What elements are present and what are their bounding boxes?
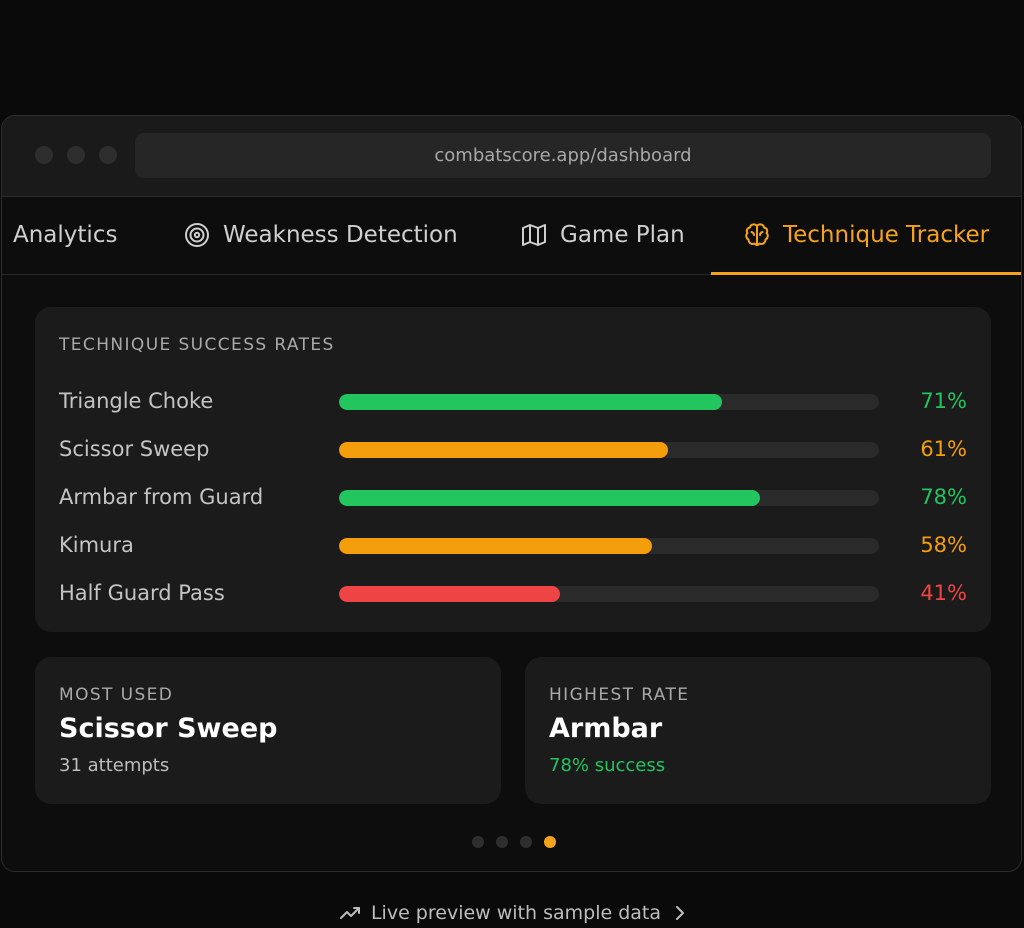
stat-title: Scissor Sweep xyxy=(59,713,278,744)
window-control-close[interactable] xyxy=(35,146,53,164)
stat-title: Armbar xyxy=(549,713,663,744)
rate-value: 71% xyxy=(920,389,967,413)
stat-kicker: MOST USED xyxy=(59,685,174,705)
active-tab-indicator xyxy=(711,272,1021,275)
progress-track xyxy=(339,394,879,410)
tab-label: Technique Tracker xyxy=(783,222,990,248)
progress-track xyxy=(339,538,879,554)
rate-label: Kimura xyxy=(59,533,134,557)
highest-rate-card: HIGHEST RATE Armbar 78% success xyxy=(525,657,991,804)
tab-label: Analytics xyxy=(13,222,118,248)
tab-technique-tracker[interactable]: Technique Tracker xyxy=(743,197,989,273)
tab-label: Weakness Detection xyxy=(223,222,458,248)
stat-subtitle: 31 attempts xyxy=(59,755,170,776)
map-icon xyxy=(520,221,548,249)
rate-label: Scissor Sweep xyxy=(59,437,210,461)
chevron-right-icon xyxy=(675,905,685,921)
page-dot[interactable] xyxy=(496,836,508,848)
progress-fill xyxy=(339,394,723,410)
most-used-card: MOST USED Scissor Sweep 31 attempts xyxy=(35,657,501,804)
rate-label: Triangle Choke xyxy=(59,389,214,413)
tab-analytics[interactable]: Analytics xyxy=(13,197,117,273)
page-dot[interactable] xyxy=(520,836,532,848)
rate-value: 58% xyxy=(920,533,967,557)
brain-icon xyxy=(743,221,771,249)
rate-row: Scissor Sweep 61% xyxy=(59,435,967,463)
live-preview-link[interactable]: Live preview with sample data xyxy=(0,898,1024,928)
browser-chrome: combatscore.app/dashboard xyxy=(2,116,1021,197)
rate-label: Armbar from Guard xyxy=(59,485,264,509)
page-dot[interactable] xyxy=(472,836,484,848)
tab-label: Game Plan xyxy=(560,222,685,248)
rate-row: Triangle Choke 71% xyxy=(59,387,967,415)
rate-row: Kimura 58% xyxy=(59,531,967,559)
rate-label: Half Guard Pass xyxy=(59,581,225,605)
tab-bar: Analytics Weakness Detection Game Plan T… xyxy=(2,197,1021,275)
pagination-dots xyxy=(472,836,556,848)
browser-window: combatscore.app/dashboard Analytics Weak… xyxy=(1,115,1022,872)
rate-row: Half Guard Pass 41% xyxy=(59,579,967,607)
tab-game-plan[interactable]: Game Plan xyxy=(520,197,685,273)
live-preview-label: Live preview with sample data xyxy=(370,902,662,924)
rate-value: 78% xyxy=(920,485,967,509)
trending-up-icon xyxy=(339,904,363,922)
stat-subtitle: 78% success xyxy=(549,755,666,776)
progress-track xyxy=(339,490,879,506)
page-dot[interactable] xyxy=(544,836,556,848)
address-bar-url: combatscore.app/dashboard xyxy=(434,145,692,166)
progress-fill xyxy=(339,538,653,554)
rate-row: Armbar from Guard 78% xyxy=(59,483,967,511)
progress-fill xyxy=(339,442,669,458)
progress-fill xyxy=(339,490,761,506)
technique-success-rates-card: TECHNIQUE SUCCESS RATES Triangle Choke 7… xyxy=(35,307,991,632)
rate-value: 61% xyxy=(920,437,967,461)
rate-value: 41% xyxy=(920,581,967,605)
progress-track xyxy=(339,442,879,458)
window-control-maximize[interactable] xyxy=(99,146,117,164)
window-control-minimize[interactable] xyxy=(67,146,85,164)
stat-kicker: HIGHEST RATE xyxy=(549,685,690,705)
progress-track xyxy=(339,586,879,602)
tab-weakness-detection[interactable]: Weakness Detection xyxy=(183,197,458,273)
progress-fill xyxy=(339,586,561,602)
address-bar[interactable]: combatscore.app/dashboard xyxy=(135,133,991,178)
target-icon xyxy=(183,221,211,249)
section-title: TECHNIQUE SUCCESS RATES xyxy=(59,335,335,355)
